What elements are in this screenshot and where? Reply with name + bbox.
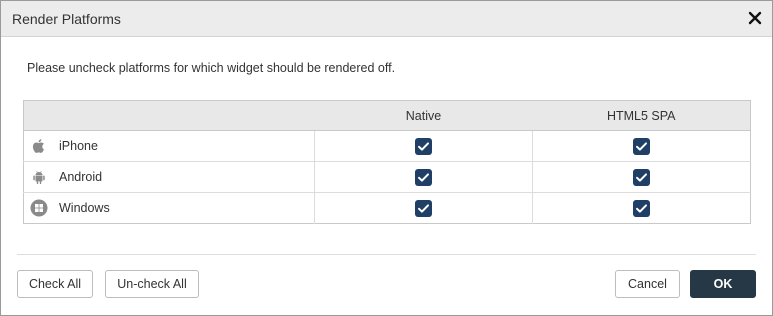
close-icon[interactable] [746,9,764,27]
html5-spa-cell [533,193,751,224]
native-checkbox[interactable] [415,199,432,217]
html5-spa-checkbox[interactable] [633,137,650,155]
native-cell [314,130,533,162]
platform-label: Windows [59,201,110,215]
platform-label: Android [59,170,103,184]
platforms-table: Native HTML5 SPA iPhone Android Windows [23,100,751,224]
instruction-text: Please uncheck platforms for which widge… [27,61,396,75]
render-platforms-dialog: Render Platforms Please uncheck platform… [0,0,773,316]
table-header-row: Native HTML5 SPA [23,100,751,131]
header-platform [23,100,315,131]
footer-divider [17,254,756,255]
windows-icon [30,199,48,217]
table-row: iPhone [23,130,751,162]
dialog-title: Render Platforms [12,11,121,27]
native-checkbox[interactable] [415,168,432,186]
header-html5-spa: HTML5 SPA [532,100,751,131]
html5-spa-checkbox[interactable] [633,168,650,186]
native-checkbox[interactable] [415,137,432,155]
native-cell [314,192,533,224]
platform-cell: Android [23,161,315,193]
html5-spa-cell [532,130,751,162]
native-cell [314,161,533,193]
uncheck-all-button[interactable]: Un-check All [105,270,199,298]
html5-spa-checkbox[interactable] [633,199,650,217]
check-all-button[interactable]: Check All [17,270,93,298]
apple-icon [30,137,48,155]
ok-button[interactable]: OK [690,270,756,298]
cancel-button[interactable]: Cancel [615,270,680,298]
platform-cell: Windows [23,192,315,224]
header-native: Native [314,100,533,131]
html5-spa-cell [532,161,751,193]
platform-label: iPhone [59,139,98,153]
platform-cell: iPhone [23,130,315,162]
table-row: Android [23,161,751,193]
dialog-titlebar: Render Platforms [1,1,772,37]
android-icon [30,168,48,186]
table-row: Windows [23,192,751,224]
